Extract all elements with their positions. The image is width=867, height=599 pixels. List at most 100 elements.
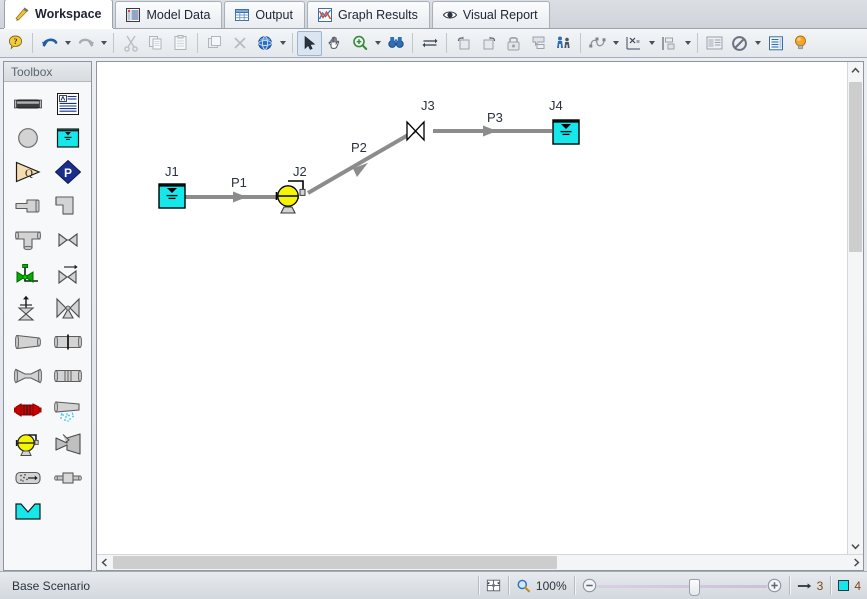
assigned-pressure-tool-icon[interactable]: P xyxy=(53,157,83,187)
scroll-left-button[interactable] xyxy=(97,555,111,570)
find-icon[interactable] xyxy=(383,31,408,56)
horizontal-scrollbar[interactable] xyxy=(97,554,863,570)
svg-text:Q: Q xyxy=(25,168,33,180)
global-edit-icon[interactable] xyxy=(252,31,277,56)
distribute-dropdown-arrow[interactable] xyxy=(682,31,693,56)
horizontal-scroll-track[interactable] xyxy=(111,555,849,570)
toolbox-row xyxy=(4,427,91,461)
zoom-in-button[interactable] xyxy=(767,578,782,593)
bend-tool-icon[interactable] xyxy=(53,191,83,221)
toolbox-row xyxy=(4,87,91,121)
pipe-tool-icon[interactable] xyxy=(13,89,43,119)
relief-valve-tool-icon[interactable] xyxy=(13,293,43,323)
chevron-right-icon xyxy=(853,558,860,567)
help-icon[interactable]: ? xyxy=(3,31,28,56)
vertical-scroll-track[interactable] xyxy=(848,78,863,538)
toolbar-separator xyxy=(113,33,114,53)
toolbox-tool-grid: Q P xyxy=(4,82,91,570)
workspace-canvas[interactable]: P1 P2 P3 J1 J2 J3 J4 xyxy=(97,62,847,554)
tank-tool-icon[interactable] xyxy=(53,123,83,153)
orifice-tool-icon[interactable] xyxy=(53,327,83,357)
junction-J3-label: J3 xyxy=(421,98,435,113)
reservoir-tool-icon[interactable] xyxy=(13,497,43,527)
lightbulb-icon[interactable] xyxy=(788,31,813,56)
copy-icon[interactable] xyxy=(143,31,168,56)
workspace-layers-icon[interactable] xyxy=(702,31,727,56)
pipe-P3[interactable]: P3 xyxy=(433,110,552,137)
checklist-icon[interactable] xyxy=(763,31,788,56)
disable-icon[interactable] xyxy=(727,31,752,56)
duplicate-icon[interactable] xyxy=(202,31,227,56)
assigned-flow-tool-icon[interactable]: Q xyxy=(13,157,43,187)
ungroup-icon[interactable] xyxy=(476,31,501,56)
zoom-level-label: 100% xyxy=(535,578,567,593)
eye-icon xyxy=(442,7,458,23)
vertical-scrollbar[interactable] xyxy=(847,62,863,554)
zoom-slider-thumb[interactable] xyxy=(688,578,700,596)
valve-tool-icon[interactable] xyxy=(53,225,83,255)
undo-icon[interactable] xyxy=(37,31,62,56)
cut-icon[interactable] xyxy=(118,31,143,56)
spray-discharge-tool-icon[interactable] xyxy=(53,395,83,425)
branch-junction-tool-icon[interactable] xyxy=(13,123,43,153)
junction-J1-label: J1 xyxy=(165,164,179,179)
general-component-tool-icon[interactable] xyxy=(13,395,43,425)
junction-J3[interactable]: J3 xyxy=(406,98,435,142)
junction-J4[interactable]: J4 xyxy=(549,98,580,145)
tab-output[interactable]: Output xyxy=(224,1,305,28)
static-element-tool-icon[interactable] xyxy=(53,463,83,493)
status-separator xyxy=(477,576,479,595)
distribute-icon[interactable] xyxy=(657,31,682,56)
fit-to-window-icon[interactable] xyxy=(486,578,501,593)
global-edit-dropdown-arrow[interactable] xyxy=(277,31,288,56)
pipe-P2[interactable]: P2 xyxy=(306,129,417,195)
tee-wye-tool-icon[interactable] xyxy=(13,225,43,255)
annotation-tool-icon[interactable] xyxy=(53,89,83,119)
status-separator xyxy=(830,576,832,595)
zoom-slider[interactable] xyxy=(596,578,767,596)
zoom-out-button[interactable] xyxy=(582,578,597,593)
venturi-tool-icon[interactable] xyxy=(13,361,43,391)
heat-exchanger-tool-icon[interactable] xyxy=(13,463,43,493)
junction-J1[interactable]: J1 xyxy=(158,164,186,209)
chevron-down-icon xyxy=(851,543,860,550)
delete-icon[interactable] xyxy=(227,31,252,56)
scale-icon[interactable] xyxy=(551,31,576,56)
scroll-down-button[interactable] xyxy=(848,538,863,554)
arrange-pipes-icon[interactable] xyxy=(585,31,610,56)
tab-graph-results[interactable]: Graph Results xyxy=(306,1,430,28)
lock-icon[interactable] xyxy=(501,31,526,56)
redo-dropdown-arrow[interactable] xyxy=(98,31,109,56)
disable-dropdown-arrow[interactable] xyxy=(752,31,763,56)
three-way-valve-tool-icon[interactable] xyxy=(53,293,83,323)
pan-hand-icon[interactable] xyxy=(322,31,347,56)
zoom-icon[interactable] xyxy=(347,31,372,56)
tab-workspace[interactable]: Workspace xyxy=(4,0,114,28)
screen-tool-icon[interactable] xyxy=(53,361,83,391)
jet-pump-tool-icon[interactable] xyxy=(53,429,83,459)
arrange-pipes-dropdown-arrow[interactable] xyxy=(610,31,621,56)
magnifier-icon[interactable] xyxy=(516,578,531,593)
junction-J2[interactable]: J2 xyxy=(275,164,307,214)
vertical-scroll-thumb[interactable] xyxy=(849,82,862,252)
align-dropdown-arrow[interactable] xyxy=(646,31,657,56)
dead-end-tool-icon[interactable] xyxy=(13,191,43,221)
reverse-direction-icon[interactable] xyxy=(417,31,442,56)
scroll-up-button[interactable] xyxy=(848,62,863,78)
tab-visual-report[interactable]: Visual Report xyxy=(431,1,550,28)
tab-model-data[interactable]: Model Data xyxy=(115,1,223,28)
area-change-tool-icon[interactable] xyxy=(13,327,43,357)
paste-icon[interactable] xyxy=(168,31,193,56)
align-icon[interactable] xyxy=(621,31,646,56)
select-pointer-icon[interactable] xyxy=(297,30,322,56)
scroll-right-button[interactable] xyxy=(849,555,863,570)
redo-icon[interactable] xyxy=(73,31,98,56)
pump-tool-icon[interactable] xyxy=(13,429,43,459)
horizontal-scroll-thumb[interactable] xyxy=(113,556,557,569)
zoom-dropdown-arrow[interactable] xyxy=(372,31,383,56)
check-valve-tool-icon[interactable] xyxy=(53,259,83,289)
control-valve-tool-icon[interactable] xyxy=(13,259,43,289)
undo-dropdown-arrow[interactable] xyxy=(62,31,73,56)
annotation-icon[interactable] xyxy=(526,31,551,56)
group-icon[interactable] xyxy=(451,31,476,56)
